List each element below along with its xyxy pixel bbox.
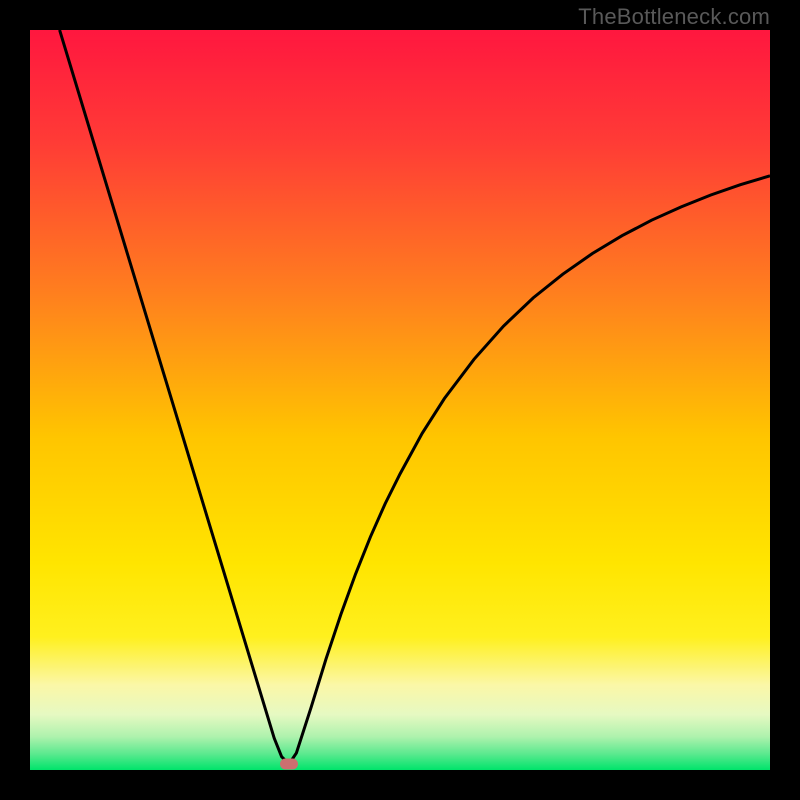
watermark-text: TheBottleneck.com xyxy=(578,4,770,30)
chart-frame xyxy=(30,30,770,770)
chart-background xyxy=(30,30,770,770)
bottleneck-chart xyxy=(30,30,770,770)
optimal-point-marker xyxy=(280,759,298,770)
